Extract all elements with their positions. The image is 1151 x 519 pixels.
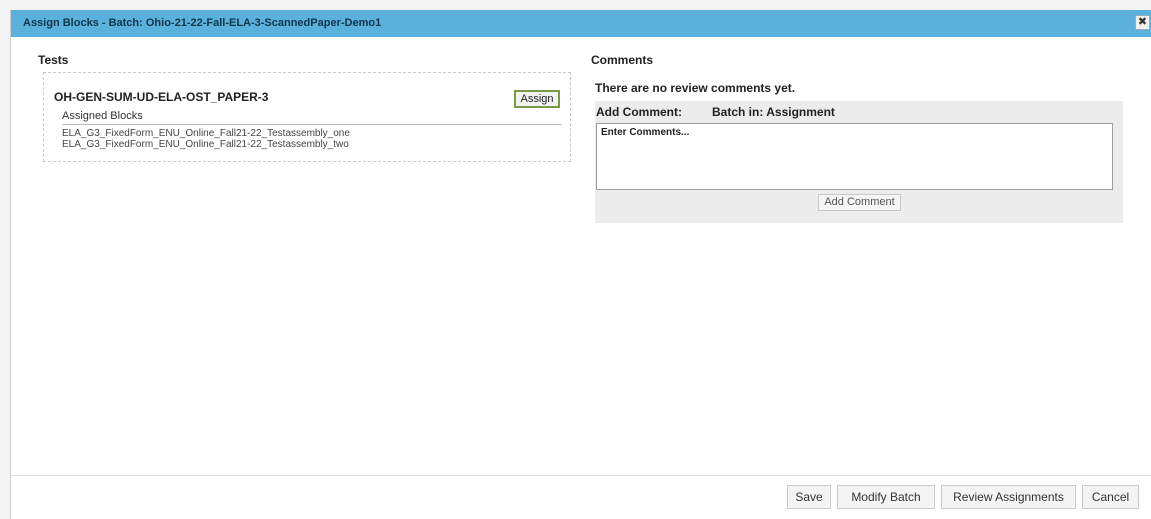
assigned-blocks-label: Assigned Blocks — [62, 110, 143, 122]
add-comment-label: Add Comment: — [596, 105, 682, 119]
dialog-title: Assign Blocks - Batch: Ohio-21-22-Fall-E… — [23, 17, 382, 29]
test-card: OH-GEN-SUM-UD-ELA-OST_PAPER-3 Assign Ass… — [43, 72, 571, 162]
assigned-block-item: ELA_G3_FixedForm_ENU_Online_Fall21-22_Te… — [62, 139, 349, 150]
add-comment-panel: Add Comment: Batch in: Assignment Add Co… — [595, 101, 1123, 223]
comment-textarea[interactable] — [596, 123, 1113, 190]
review-assignments-button[interactable]: Review Assignments — [941, 485, 1076, 509]
modify-batch-button[interactable]: Modify Batch — [837, 485, 935, 509]
assign-button[interactable]: Assign — [514, 90, 560, 108]
batch-status: Batch in: Assignment — [712, 105, 835, 119]
cancel-button[interactable]: Cancel — [1082, 485, 1139, 509]
divider — [62, 124, 562, 125]
add-comment-button[interactable]: Add Comment — [818, 194, 901, 211]
test-name: OH-GEN-SUM-UD-ELA-OST_PAPER-3 — [54, 90, 269, 104]
save-button[interactable]: Save — [787, 485, 831, 509]
close-icon[interactable]: ✖ — [1135, 15, 1150, 30]
no-comments-message: There are no review comments yet. — [595, 81, 796, 95]
assign-blocks-dialog: Assign Blocks - Batch: Ohio-21-22-Fall-E… — [10, 10, 1151, 519]
tests-heading: Tests — [38, 53, 69, 67]
comments-heading: Comments — [591, 53, 654, 67]
dialog-titlebar: Assign Blocks - Batch: Ohio-21-22-Fall-E… — [11, 10, 1151, 37]
assigned-block-item: ELA_G3_FixedForm_ENU_Online_Fall21-22_Te… — [62, 128, 350, 139]
footer-divider — [11, 475, 1151, 476]
